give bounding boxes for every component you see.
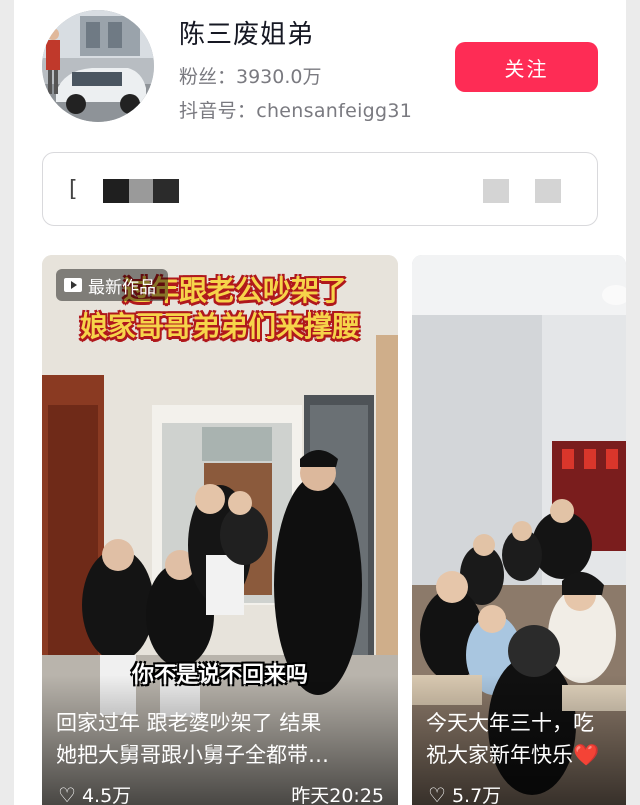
notice-bracket: [ — [69, 177, 78, 202]
video-description: 回家过年 跟老婆吵架了 结果 她把大舅哥跟小舅子全都带… — [56, 707, 386, 771]
redacted-block — [153, 179, 179, 203]
video-card[interactable]: 今天大年三十，吃 祝大家新年快乐❤️ ♡ 5.7万 — [412, 255, 626, 805]
video-title-line2: 娘家哥哥弟弟们来撑腰 — [79, 310, 360, 343]
redacted-block — [483, 179, 509, 203]
newest-badge: 最新作品 — [56, 269, 168, 301]
like-count: ♡ 5.7万 — [428, 781, 501, 805]
heart-icon: ♡ — [58, 782, 76, 805]
redacted-block — [103, 179, 129, 203]
avatar[interactable] — [42, 10, 154, 122]
follow-button[interactable]: 关注 — [455, 42, 598, 92]
video-card[interactable]: 过年跟老公吵架了 娘家哥哥弟弟们来撑腰 最新作品 你不是说不回来吗 回家过年 跟… — [42, 255, 398, 805]
redacted-block — [129, 179, 153, 203]
like-count: ♡ 4.5万 — [58, 781, 131, 805]
profile-nickname: 陈三废姐弟 — [179, 20, 315, 50]
douyin-id: 抖音号：chensanfeigg31 — [179, 100, 413, 122]
notice-bar[interactable]: [ — [42, 152, 598, 226]
heart-icon: ♡ — [428, 782, 446, 805]
fans-count: 粉丝：3930.0万 — [179, 66, 322, 88]
video-description: 今天大年三十，吃 祝大家新年快乐❤️ — [426, 707, 626, 771]
video-description-line2: 祝大家新年快乐❤️ — [426, 743, 600, 767]
like-count-value: 4.5万 — [81, 785, 132, 805]
video-description-line2: 她把大舅哥跟小舅子全都带… — [56, 743, 329, 767]
play-icon — [64, 278, 82, 292]
video-description-line1: 今天大年三十，吃 — [426, 711, 594, 735]
profile-sheet: 陈三废姐弟 粉丝：3930.0万 抖音号：chensanfeigg31 关注 [ — [14, 0, 626, 805]
newest-badge-label: 最新作品 — [88, 277, 156, 298]
post-time: 昨天20:25 — [291, 785, 384, 805]
redacted-block — [535, 179, 561, 203]
like-count-value: 5.7万 — [451, 785, 502, 805]
avatar-image — [42, 10, 154, 122]
video-description-line1: 回家过年 跟老婆吵架了 结果 — [56, 711, 322, 735]
